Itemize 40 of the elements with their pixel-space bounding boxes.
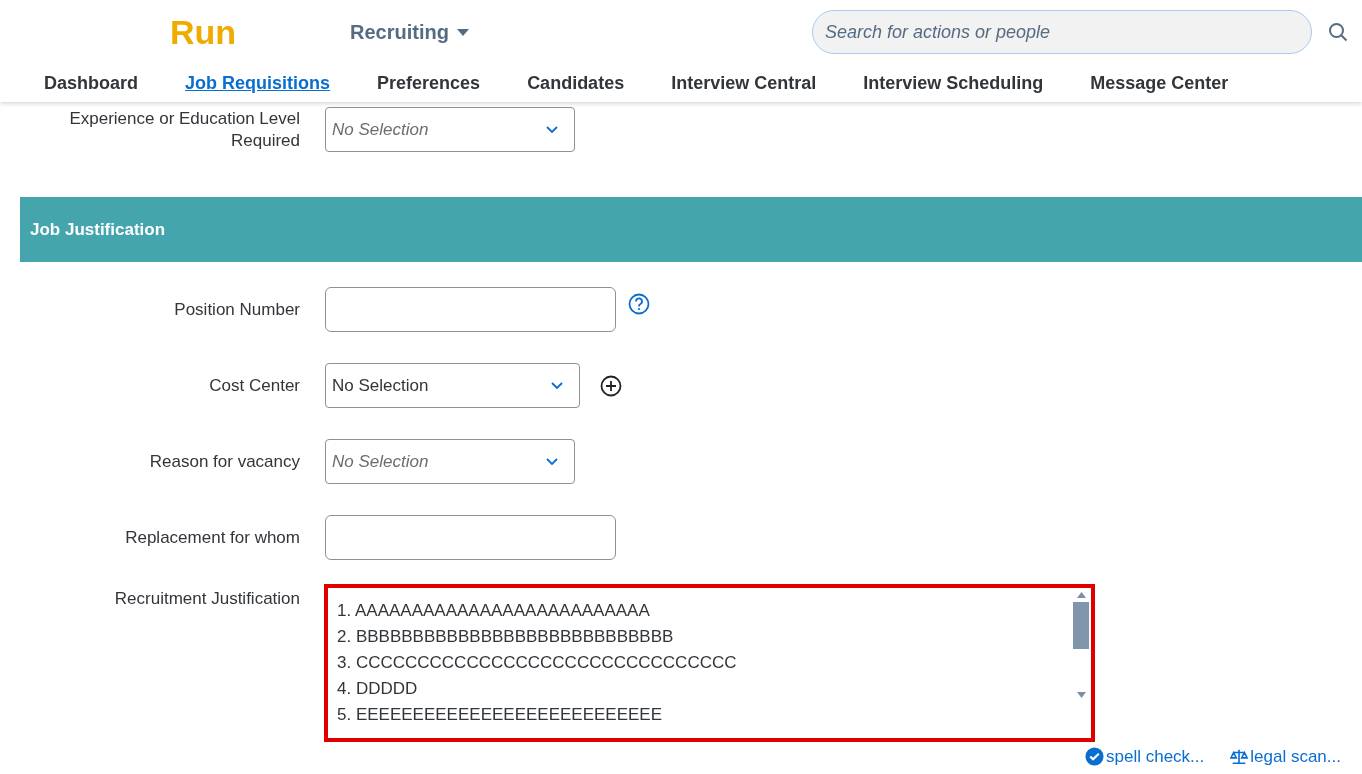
field-label: Recruitment Justification (113, 588, 300, 610)
search-field[interactable]: Search for actions or people (812, 10, 1312, 54)
field-label: Reason for vacancy (148, 450, 300, 473)
dropdown[interactable]: No Selection (325, 363, 580, 408)
action-link[interactable]: spell check... (1085, 744, 1205, 770)
nav-tab[interactable]: Candidates (527, 69, 625, 97)
dropdown[interactable]: No Selection (325, 107, 575, 152)
field-label: Cost Center (208, 374, 300, 397)
field-label: Experience or Education Level Required (68, 107, 300, 152)
plus-circle-icon[interactable] (600, 374, 622, 397)
chevron-down-icon (546, 125, 558, 134)
nav-tab[interactable]: Interview Central (671, 69, 817, 97)
text-line: 4. DDDDD (337, 678, 419, 700)
textarea[interactable]: 1. AAAAAAAAAAAAAAAAAAAAAAAAAA 2. BBBBBBBBBBBBBBBBBBBBBBBBBBBB 3. CCCCCCCCCCCCCCCCCCCCCCCCCCCCCCC 4. DDDDD 5. EEEEEEEEEEEEEEEEEEEEEEEEEEE (324, 584, 1095, 742)
text-line: 1. AAAAAAAAAAAAAAAAAAAAAAAAAA (337, 600, 651, 622)
check-circle-icon (1085, 747, 1104, 767)
search-icon[interactable] (1328, 22, 1348, 42)
nav-tab[interactable]: Job Requisitions (185, 69, 331, 97)
input-field[interactable] (325, 287, 616, 332)
section-title: Job Justification (30, 218, 166, 241)
nav-tab[interactable]: Preferences (377, 69, 481, 97)
field-label: Position Number (173, 298, 300, 321)
caret-icon (456, 28, 469, 36)
action-link[interactable]: legal scan... (1230, 744, 1341, 770)
dropdown[interactable]: No Selection (325, 439, 575, 484)
app-menu[interactable]: Recruiting (350, 17, 469, 47)
scroll-up-arrow-icon[interactable] (1076, 592, 1086, 598)
chevron-down-icon (551, 381, 563, 390)
chevron-down-icon (546, 457, 558, 466)
scales-icon (1230, 747, 1249, 766)
text-line: 2. BBBBBBBBBBBBBBBBBBBBBBBBBBBB (337, 626, 675, 648)
nav-tab[interactable]: Dashboard (44, 69, 139, 97)
text-line: 5. EEEEEEEEEEEEEEEEEEEEEEEEEEE (337, 704, 664, 726)
input-field[interactable] (325, 515, 616, 560)
nav-tab[interactable]: Interview Scheduling (863, 69, 1044, 97)
scroll-down-arrow-icon[interactable] (1076, 692, 1086, 698)
field-label: Replacement for whom (124, 526, 300, 549)
nav-tab[interactable]: Message Center (1090, 69, 1229, 97)
help-icon[interactable] (628, 293, 650, 315)
text-line: 3. CCCCCCCCCCCCCCCCCCCCCCCCCCCCCCC (337, 652, 738, 674)
